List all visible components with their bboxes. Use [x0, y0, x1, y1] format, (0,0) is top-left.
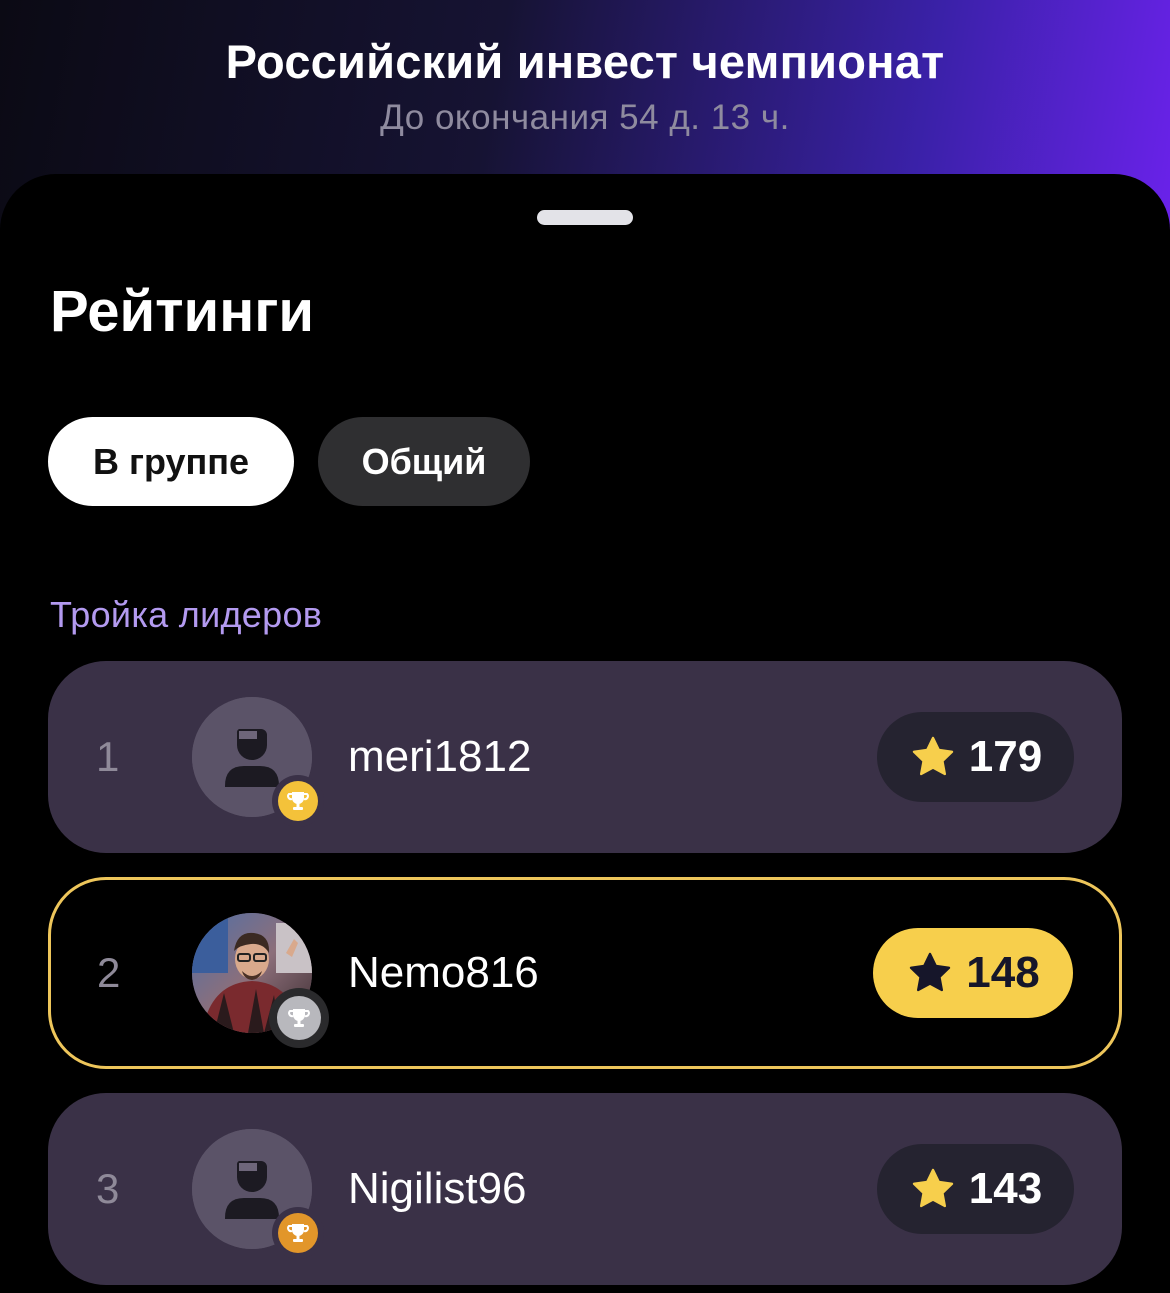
star-icon [912, 1168, 953, 1208]
ratings-title: Рейтинги [50, 279, 315, 344]
leaderboard-row-current-user[interactable]: 2 Nemo816 148 [48, 877, 1122, 1069]
tab-overall[interactable]: Общий [318, 417, 530, 506]
silver-trophy-icon [269, 988, 329, 1048]
leaderboard-row[interactable]: 1 meri1812 179 [48, 661, 1122, 853]
score-badge: 148 [873, 928, 1073, 1018]
star-icon [912, 736, 953, 776]
leaderboard-row[interactable]: 3 Nigilist96 143 [48, 1093, 1122, 1285]
score-badge: 143 [877, 1144, 1074, 1234]
bronze-trophy-icon [272, 1207, 324, 1259]
score-value: 143 [968, 1164, 1043, 1213]
username: Nemo816 [348, 948, 539, 997]
tab-in-group[interactable]: В группе [48, 417, 294, 506]
sheet-grabber[interactable] [537, 210, 633, 225]
rank-number: 3 [96, 1165, 120, 1212]
score-value: 148 [966, 948, 1040, 997]
username: meri1812 [348, 732, 532, 781]
top-three-label: Тройка лидеров [50, 594, 323, 635]
gold-trophy-icon [272, 775, 324, 827]
username: Nigilist96 [348, 1164, 527, 1213]
rank-number: 2 [97, 949, 121, 996]
championship-title: Российский инвест чемпионат [225, 35, 945, 88]
rank-number: 1 [96, 733, 120, 780]
score-value: 179 [968, 732, 1043, 781]
page: Российский инвест чемпионат До окончания… [0, 0, 1170, 1293]
star-icon [910, 952, 951, 992]
ratings-sheet: Рейтинги В группе Общий Тройка лидеров 1 [0, 174, 1170, 1293]
score-badge: 179 [877, 712, 1074, 802]
time-remaining: До окончания 54 д. 13 ч. [380, 98, 790, 137]
